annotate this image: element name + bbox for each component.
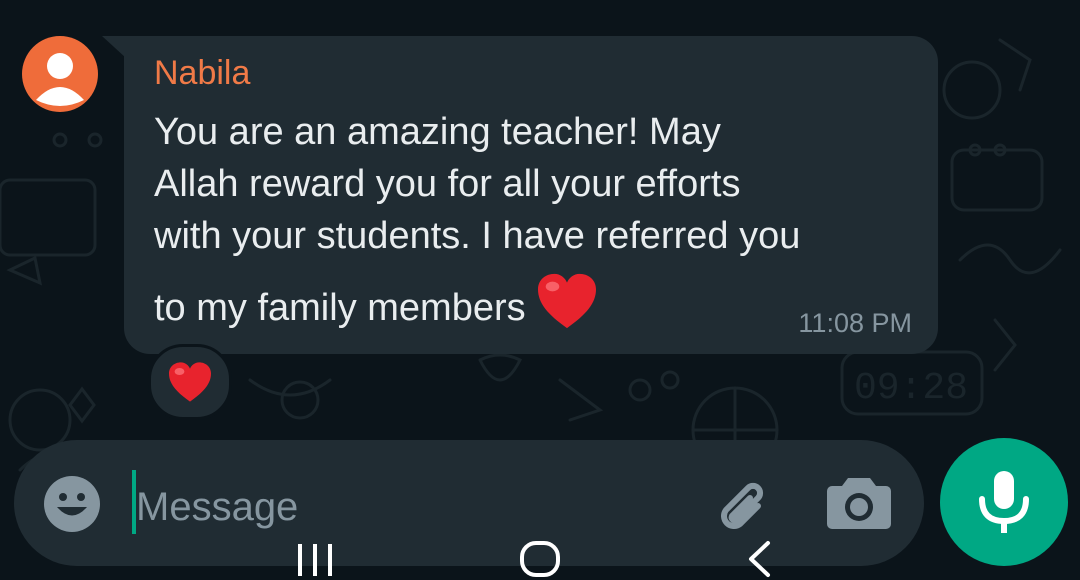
message-line: Allah reward you for all your efforts (154, 163, 741, 205)
wallpaper-clock-doodle: 09:28 (854, 367, 968, 410)
bubble-tail (102, 36, 126, 58)
back-icon[interactable] (744, 540, 774, 578)
home-icon[interactable] (518, 540, 562, 578)
message-timestamp: 11:08 PM (798, 308, 912, 338)
emoji-button[interactable] (42, 474, 102, 534)
message-line: You are an amazing teacher! May (154, 111, 721, 153)
sender-avatar[interactable] (22, 36, 98, 112)
message-input[interactable] (134, 476, 678, 538)
heart-emoji (169, 362, 211, 402)
microphone-icon (979, 471, 1029, 533)
heart-emoji (536, 272, 598, 344)
camera-button[interactable] (826, 472, 892, 532)
message-line: to my family members (154, 287, 526, 329)
recent-apps-icon[interactable] (294, 542, 336, 576)
emoji-icon (44, 476, 100, 532)
message-reaction[interactable] (148, 344, 232, 420)
paperclip-icon (721, 482, 764, 529)
person-icon (36, 53, 84, 106)
camera-icon (827, 478, 891, 529)
attach-button[interactable] (704, 470, 774, 540)
message-line: with your students. I have referred you (154, 215, 801, 257)
sender-name[interactable]: Nabila (154, 54, 250, 93)
